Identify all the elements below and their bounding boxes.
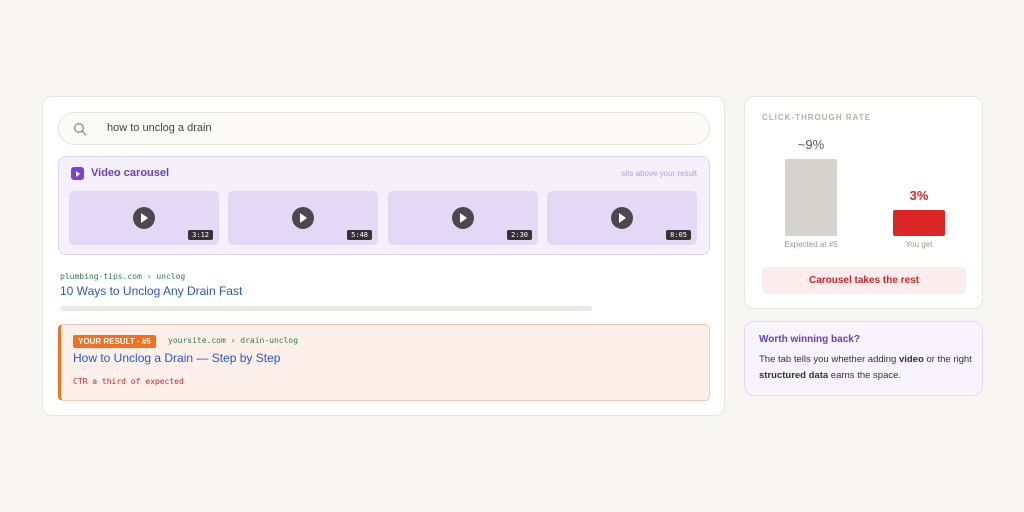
search-input[interactable]: how to unclog a drain	[58, 112, 710, 145]
bar	[785, 159, 837, 236]
play-icon	[611, 207, 633, 229]
your-result: YOUR RESULT · #5 yoursite.com › drain-un…	[58, 324, 710, 401]
info-text: The tab tells you whether adding video o…	[759, 354, 972, 381]
result-url: plumbing-tips.com › unclog	[60, 272, 186, 281]
carousel-note: sits above your result	[621, 169, 697, 178]
ctr-note: CTR a third of expected	[73, 377, 184, 386]
bar-value-label: ~9%	[797, 137, 825, 152]
info-panel: Worth winning back? The tab tells you wh…	[744, 321, 983, 396]
ctr-panel: CLICK-THROUGH RATE ~9% Expected at #5 3%…	[744, 96, 983, 309]
bar-value-label: 3%	[909, 188, 929, 203]
video-duration: 3:12	[188, 230, 213, 240]
video-carousel: Video carousel sits above your result 3:…	[58, 156, 710, 255]
play-icon	[452, 207, 474, 229]
video-duration: 5:48	[347, 230, 372, 240]
your-result-badge: YOUR RESULT · #5	[73, 335, 156, 348]
carousel-title: Video carousel	[91, 167, 170, 179]
your-result-url: yoursite.com › drain-unclog	[168, 336, 299, 345]
search-query: how to unclog a drain	[107, 122, 212, 134]
ctr-heading: CLICK-THROUGH RATE	[762, 113, 871, 122]
play-icon	[292, 207, 314, 229]
video-thumbnail[interactable]: 5:48	[228, 191, 378, 245]
search-icon	[74, 123, 87, 136]
video-duration: 8:05	[666, 230, 691, 240]
serp-panel: how to unclog a drain Video carousel sit…	[42, 96, 725, 416]
your-result-title-link[interactable]: How to Unclog a Drain — Step by Step	[73, 351, 280, 365]
bar	[893, 210, 945, 236]
result-snippet-placeholder	[60, 306, 592, 311]
result-title-link[interactable]: 10 Ways to Unclog Any Drain Fast	[60, 284, 242, 298]
video-thumbnail[interactable]: 2:30	[388, 191, 538, 245]
play-icon	[133, 207, 155, 229]
video-thumbnail[interactable]: 8:05	[547, 191, 697, 245]
video-thumbnail[interactable]: 3:12	[69, 191, 219, 245]
carousel-takes-callout: Carousel takes the rest	[762, 267, 966, 294]
video-icon	[71, 167, 84, 180]
bar-category-label: Expected at #5	[784, 240, 838, 249]
info-heading: Worth winning back?	[759, 334, 860, 345]
video-duration: 2:30	[507, 230, 532, 240]
bar-category-label: You get	[905, 240, 933, 249]
